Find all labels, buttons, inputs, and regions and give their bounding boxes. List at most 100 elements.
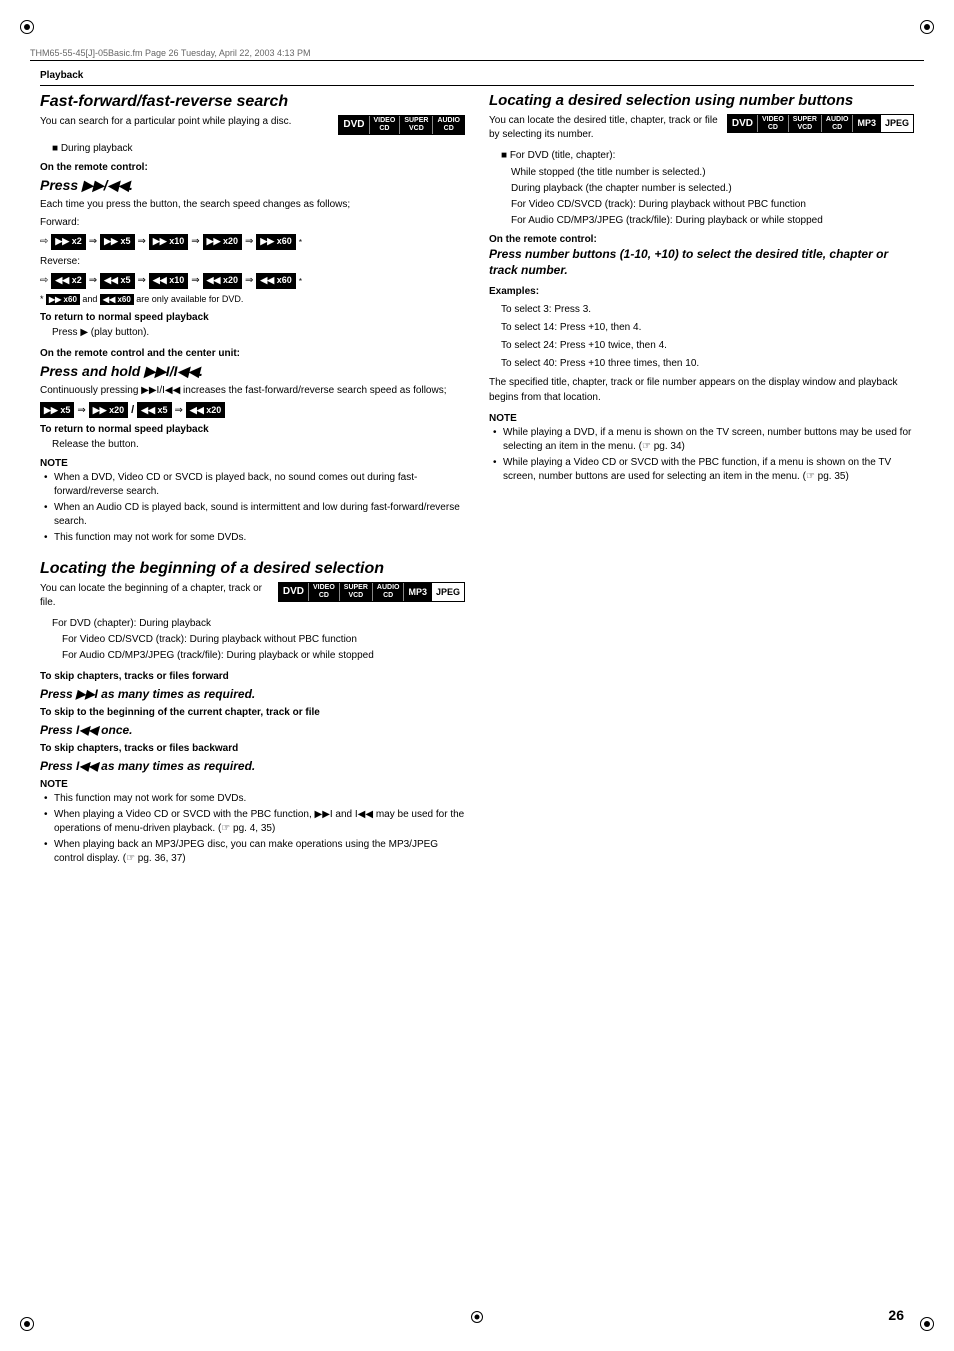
badge3-mp3: MP3 <box>852 115 880 132</box>
right-remote-sub1: On the remote control: <box>489 234 914 245</box>
note2-item3: When playing back an MP3/JPEG disc, you … <box>40 838 465 866</box>
fast-forward-title: Fast-forward/fast-reverse search <box>40 92 465 111</box>
two-col-layout: Fast-forward/fast-reverse search You can… <box>40 92 914 880</box>
during-playback: ■ During playback <box>40 141 465 156</box>
locate-number-intro-row: You can locate the desired title, chapte… <box>489 114 914 142</box>
press-label: Press ▶▶/◀◀. <box>40 177 465 194</box>
locate-beginning-title: Locating the beginning of a desired sele… <box>40 559 465 578</box>
examples-title: Examples: <box>489 284 914 299</box>
reverse-label: Reverse: <box>40 254 465 269</box>
fast-forward-section: Fast-forward/fast-reverse search You can… <box>40 92 465 545</box>
fwd-x10: ▶▶ x10 <box>149 234 188 250</box>
rev-x60: ◀◀ x60 <box>256 273 295 289</box>
badge2-jpeg: JPEG <box>431 583 464 600</box>
badge3-audio: AUDIOCD <box>822 115 853 132</box>
fwd-x2: ▶▶ x2 <box>51 234 85 250</box>
header-bar: THM65-55-45[J]-05Basic.fm Page 26 Tuesda… <box>30 48 924 61</box>
note1-item3: This function may not work for some DVDs… <box>40 531 465 545</box>
remote-control-sub1: On the remote control: <box>40 162 465 173</box>
press-hold-desc: Continuously pressing ▶▶I/I◀◀ increases … <box>40 383 465 398</box>
locate-beginning-section: Locating the beginning of a desired sele… <box>40 559 465 866</box>
right-column: Locating a desired selection using numbe… <box>489 92 914 880</box>
locate-beginning-intro-row: You can locate the beginning of a chapte… <box>40 582 465 610</box>
to-normal1-text: Press ▶ (play button). <box>40 325 465 340</box>
badge2-super: SUPERVCD <box>340 583 372 600</box>
skip-begin-cmd: Press I◀◀ once. <box>40 723 465 737</box>
forward-label: Forward: <box>40 215 465 230</box>
press-num-label: Press number buttons (1-10, +10) to sele… <box>489 247 914 278</box>
page-number: 26 <box>888 1307 904 1323</box>
note1-item2: When an Audio CD is played back, sound i… <box>40 501 465 529</box>
example1: To select 3: Press 3. <box>489 302 914 317</box>
hold-rev-x5: ◀◀ x5 <box>137 402 171 418</box>
fast-forward-intro-row: You can search for a particular point wh… <box>40 115 465 134</box>
to-normal2-title: To return to normal speed playback <box>40 424 465 435</box>
bullet-dvd-detail2: During playback (the chapter number is s… <box>489 181 914 196</box>
sec2-bullet2: For Video CD/SVCD (track): During playba… <box>40 632 465 647</box>
right-note2: While playing a Video CD or SVCD with th… <box>489 456 914 484</box>
example4: To select 40: Press +10 three times, the… <box>489 356 914 371</box>
badge2-dvd: DVD <box>279 583 308 600</box>
corner-mark-tr <box>920 20 934 34</box>
bullet-video: For Video CD/SVCD (track): During playba… <box>489 197 914 212</box>
to-normal1-title: To return to normal speed playback <box>40 312 465 323</box>
hold-fwd-x5: ▶▶ x5 <box>40 402 74 418</box>
badge-super-vcd: SUPERVCD <box>400 116 432 133</box>
skip-fwd-title: To skip chapters, tracks or files forwar… <box>40 669 465 684</box>
bullet-dvd-detail1: While stopped (the title number is selec… <box>489 165 914 180</box>
to-normal2-text: Release the button. <box>40 437 465 452</box>
badge-audio-cd: AUDIOCD <box>433 116 464 133</box>
note-section1: NOTE When a DVD, Video CD or SVCD is pla… <box>40 458 465 545</box>
header-text: THM65-55-45[J]-05Basic.fm Page 26 Tuesda… <box>30 48 310 58</box>
locate-number-section: Locating a desired selection using numbe… <box>489 92 914 484</box>
fwd-x5: ▶▶ x5 <box>100 234 134 250</box>
rev-x5: ◀◀ x5 <box>100 273 134 289</box>
left-column: Fast-forward/fast-reverse search You can… <box>40 92 465 880</box>
skip-fwd-cmd: Press ▶▶I as many times as required. <box>40 687 465 701</box>
note-title2: NOTE <box>40 779 465 790</box>
note-section2: NOTE This function may not work for some… <box>40 779 465 866</box>
example3: To select 24: Press +10 twice, then 4. <box>489 338 914 353</box>
note2-item1: This function may not work for some DVDs… <box>40 792 465 806</box>
hold-fwd-x20: ▶▶ x20 <box>89 402 128 418</box>
rev-x20: ◀◀ x20 <box>203 273 242 289</box>
corner-mark-tl <box>20 20 34 34</box>
right-note-section: NOTE While playing a DVD, if a menu is s… <box>489 413 914 484</box>
badge-dvd: DVD <box>339 116 368 133</box>
badge2-mp3: MP3 <box>403 583 431 600</box>
footnote: * ▶▶ x60 and ◀◀ x60 are only available f… <box>40 293 465 307</box>
locate-number-intro-text: You can locate the desired title, chapte… <box>489 114 719 142</box>
examples-desc: The specified title, chapter, track or f… <box>489 375 914 405</box>
bullet-dvd: ■ For DVD (title, chapter): <box>489 148 914 163</box>
corner-mark-br <box>920 1317 934 1331</box>
center-unit-sub2: On the remote control and the center uni… <box>40 348 465 359</box>
hold-speed-row: ▶▶ x5 ⇒ ▶▶ x20 / ◀◀ x5 ⇒ ◀◀ x20 <box>40 402 465 418</box>
main-content: Playback Fast-forward/fast-reverse searc… <box>40 70 914 1301</box>
badge2-video: VIDEOCD <box>309 583 339 600</box>
note1-item1: When a DVD, Video CD or SVCD is played b… <box>40 471 465 499</box>
skip-back-title: To skip chapters, tracks or files backwa… <box>40 741 465 756</box>
sec2-bullet3: For Audio CD/MP3/JPEG (track/file): Duri… <box>40 648 465 663</box>
badge-video-cd: VIDEOCD <box>370 116 400 133</box>
note-title1: NOTE <box>40 458 465 469</box>
rev-x2: ◀◀ x2 <box>51 273 85 289</box>
press-hold-label: Press and hold ▶▶I/I◀◀. <box>40 363 465 380</box>
locate-number-title: Locating a desired selection using numbe… <box>489 92 914 110</box>
skip-back-cmd: Press I◀◀ as many times as required. <box>40 759 465 773</box>
locate-beginning-intro-text: You can locate the beginning of a chapte… <box>40 582 270 610</box>
badge3-dvd: DVD <box>728 115 757 132</box>
corner-mark-bl <box>20 1317 34 1331</box>
press-desc1: Each time you press the button, the sear… <box>40 197 465 212</box>
hold-rev-x20: ◀◀ x20 <box>186 402 225 418</box>
bottom-center-mark <box>471 1311 483 1323</box>
rev-x10: ◀◀ x10 <box>149 273 188 289</box>
right-note1: While playing a DVD, if a menu is shown … <box>489 426 914 454</box>
note2-item2: When playing a Video CD or SVCD with the… <box>40 808 465 836</box>
bullet-audio: For Audio CD/MP3/JPEG (track/file): Duri… <box>489 213 914 228</box>
badge3-jpeg: JPEG <box>880 115 913 132</box>
badge3-video: VIDEOCD <box>758 115 788 132</box>
reverse-speed-row: ⇨ ◀◀ x2 ⇒ ◀◀ x5 ⇒ ◀◀ x10 ⇒ ◀◀ x20 ⇒ ◀◀ x… <box>40 273 465 289</box>
badge3-super: SUPERVCD <box>789 115 821 132</box>
example2: To select 14: Press +10, then 4. <box>489 320 914 335</box>
fast-forward-intro-text: You can search for a particular point wh… <box>40 115 330 129</box>
